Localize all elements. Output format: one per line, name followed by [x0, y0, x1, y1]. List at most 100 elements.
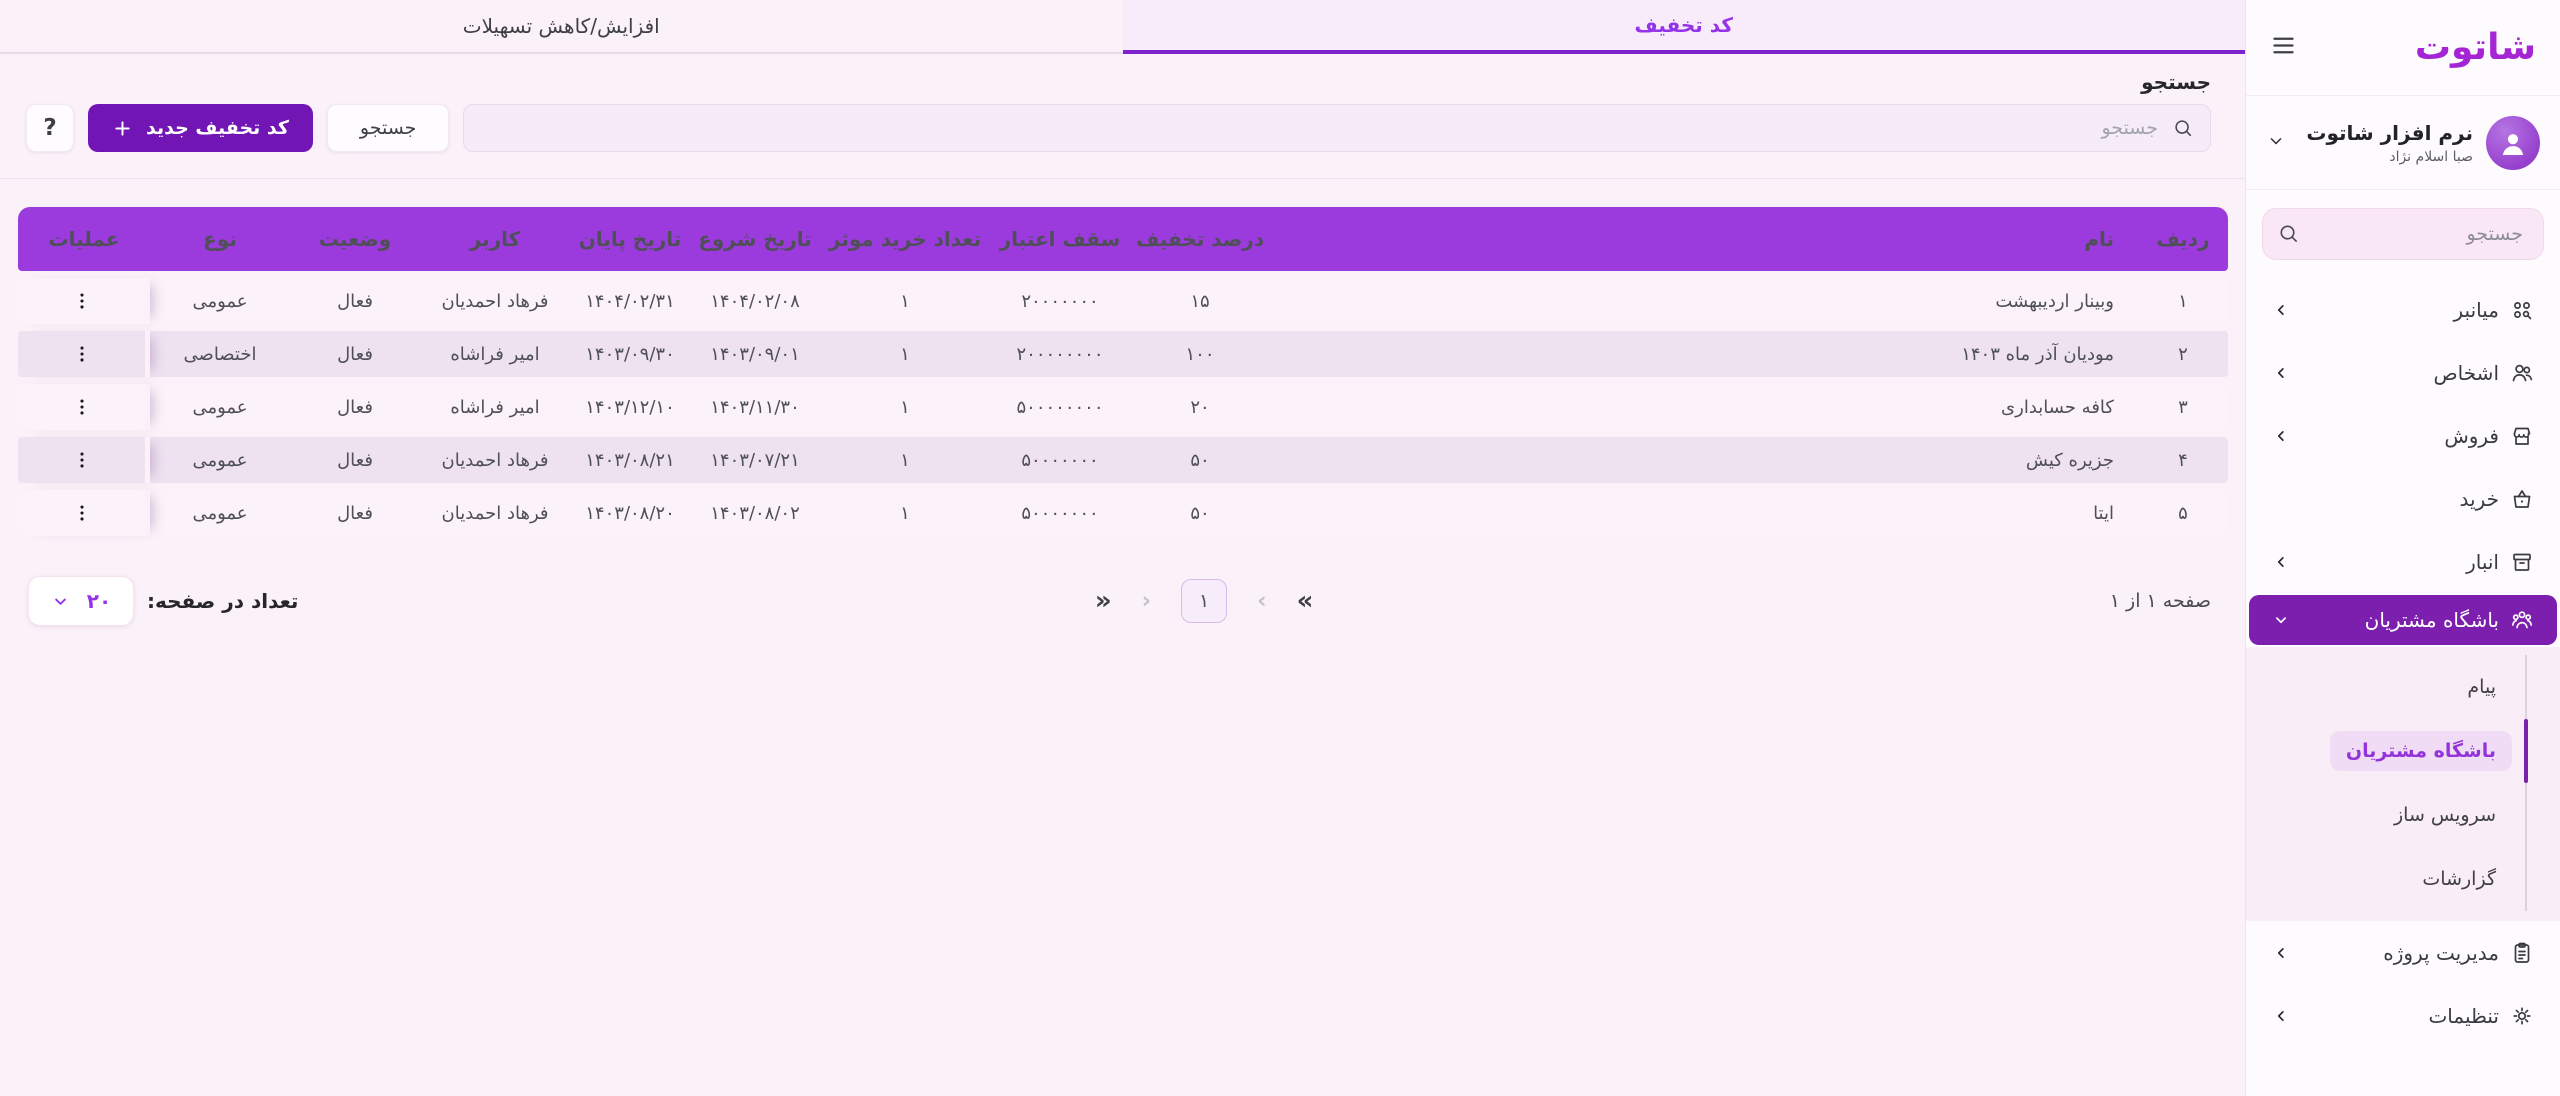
user-profile[interactable]: نرم افزار شاتوت صبا اسلام نژاد: [2246, 96, 2560, 190]
cell-name: جزیره کیش: [1270, 450, 2138, 471]
person-icon: [2496, 126, 2530, 160]
cell-user: فرهاد احمدیان: [420, 450, 570, 471]
customer-club-icon: [2510, 608, 2534, 632]
header-user: کاربر: [420, 227, 570, 251]
table-body: ۱وبینار اردیبهشت۱۵۲۰۰۰۰۰۰۰۱۱۴۰۴/۰۲/۰۸۱۴۰…: [18, 278, 2228, 536]
row-actions-button[interactable]: [62, 334, 102, 374]
sidebar-item-customer-club[interactable]: باشگاه مشتریان: [2249, 595, 2557, 645]
table-row: ۳کافه حسابداری۲۰۵۰۰۰۰۰۰۰۰۱۱۴۰۳/۱۱/۳۰۱۴۰۳…: [18, 384, 2228, 430]
cell-cap: ۵۰۰۰۰۰۰۰: [990, 503, 1130, 524]
cell-percent: ۵۰: [1130, 450, 1270, 471]
table-row: ۴جزیره کیش۵۰۵۰۰۰۰۰۰۰۱۱۴۰۳/۰۷/۲۱۱۴۰۳/۰۸/۲…: [18, 437, 2228, 483]
sidebar-item-people[interactable]: اشخاص: [2246, 341, 2560, 404]
chevron-left-icon: [2272, 1007, 2290, 1025]
submenu-item-label: سرویس ساز: [2378, 795, 2512, 835]
pagination: » › ۱ ‹ «: [298, 579, 2109, 623]
cell-start: ۱۴۰۳/۱۱/۳۰: [690, 397, 820, 418]
sidebar-item-shortcuts[interactable]: میانبر: [2246, 278, 2560, 341]
current-page[interactable]: ۱: [1181, 579, 1227, 623]
chevron-down-icon: [51, 592, 70, 611]
chevron-down-icon: [2272, 611, 2290, 629]
chevron-left-icon: [2272, 944, 2290, 962]
avatar: [2486, 116, 2540, 170]
chevron-down-icon: [2266, 131, 2286, 151]
sidebar-item-label: باشگاه مشتریان: [2365, 608, 2499, 632]
cell-percent: ۱۵: [1130, 291, 1270, 312]
cell-name: ایتا: [1270, 503, 2138, 524]
cell-actions: [18, 437, 150, 483]
hamburger-icon: [2270, 32, 2297, 59]
store-icon: [2510, 424, 2534, 448]
last-page-button[interactable]: «: [1095, 588, 1112, 614]
header-discount-percent: درصد تخفیف: [1130, 227, 1270, 251]
cell-type: عمومی: [150, 503, 290, 524]
search-input-wrap: [463, 104, 2211, 152]
next-page-button[interactable]: ‹: [1142, 590, 1151, 613]
shortcut-icon: [2510, 298, 2534, 322]
cell-user: امیر فراشاه: [420, 344, 570, 365]
tabs: کد تخفیف افزایش/کاهش تسهیلات: [0, 0, 2245, 54]
per-page-label: تعداد در صفحه:: [147, 589, 298, 613]
sidebar-item-label: میانبر: [2454, 298, 2499, 322]
gear-icon: [2510, 1004, 2534, 1028]
tab-facilities-adjust[interactable]: افزایش/کاهش تسهیلات: [0, 0, 1123, 54]
chevron-left-icon: [2272, 553, 2290, 571]
user-texts: نرم افزار شاتوت صبا اسلام نژاد: [2306, 121, 2473, 165]
sidebar-item-settings[interactable]: تنظیمات: [2246, 984, 2560, 1047]
submenu-item-messages[interactable]: پیام: [2246, 655, 2560, 719]
cell-end: ۱۴۰۳/۰۸/۲۱: [570, 450, 690, 471]
first-page-button[interactable]: »: [1297, 588, 1314, 614]
tab-discount-code[interactable]: کد تخفیف: [1123, 0, 2246, 54]
sidebar-item-purchase[interactable]: خرید: [2246, 467, 2560, 530]
cell-percent: ۵۰: [1130, 503, 1270, 524]
cell-end: ۱۴۰۳/۱۲/۱۰: [570, 397, 690, 418]
header-end-date: تاریخ پایان: [570, 227, 690, 251]
per-page-select[interactable]: ۲۰: [28, 576, 134, 626]
sidebar-item-label: فروش: [2444, 424, 2499, 448]
table-footer: صفحه ۱ از ۱ » › ۱ ‹ « تعداد در صفحه: ۲۰: [28, 576, 2211, 626]
chevron-left-icon: [2272, 427, 2290, 445]
header-actions: عملیات: [18, 227, 150, 251]
cell-user: فرهاد احمدیان: [420, 503, 570, 524]
header-name: نام: [1270, 227, 2138, 251]
user-app-name: نرم افزار شاتوت: [2306, 121, 2473, 145]
table-row: ۵ایتا۵۰۵۰۰۰۰۰۰۰۱۱۴۰۳/۰۸/۰۲۱۴۰۳/۰۸/۲۰فرها…: [18, 490, 2228, 536]
prev-page-button[interactable]: ›: [1257, 590, 1266, 613]
search-button[interactable]: جستجو: [327, 104, 450, 152]
warehouse-icon: [2510, 550, 2534, 574]
submenu-item-service-builder[interactable]: سرویس ساز: [2246, 783, 2560, 847]
cell-percent: ۱۰۰: [1130, 344, 1270, 365]
sidebar-item-project-management[interactable]: مدیریت پروژه: [2246, 921, 2560, 984]
row-actions-button[interactable]: [62, 440, 102, 480]
cell-count: ۱: [820, 397, 990, 418]
cell-start: ۱۴۰۳/۰۹/۰۱: [690, 344, 820, 365]
cell-end: ۱۴۰۳/۰۸/۲۰: [570, 503, 690, 524]
submenu-item-reports[interactable]: گزارشات: [2246, 847, 2560, 911]
cell-type: عمومی: [150, 450, 290, 471]
row-actions-button[interactable]: [62, 387, 102, 427]
cell-status: فعال: [290, 450, 420, 471]
help-button[interactable]: ?: [26, 104, 74, 152]
basket-icon: [2510, 487, 2534, 511]
new-discount-code-button[interactable]: کد تخفیف جدید: [88, 104, 313, 152]
search-icon: [2172, 117, 2194, 139]
cell-start: ۱۴۰۴/۰۲/۰۸: [690, 291, 820, 312]
hamburger-menu-button[interactable]: [2270, 32, 2297, 63]
cell-start: ۱۴۰۳/۰۷/۲۱: [690, 450, 820, 471]
sidebar-search-input[interactable]: [2262, 208, 2544, 260]
sidebar-item-sales[interactable]: فروش: [2246, 404, 2560, 467]
search-label: جستجو: [34, 70, 2211, 94]
row-actions-button[interactable]: [62, 281, 102, 321]
per-page-control: تعداد در صفحه: ۲۰: [28, 576, 298, 626]
kebab-menu-icon: [71, 396, 93, 418]
user-menu-chevron-button[interactable]: [2266, 131, 2286, 155]
sidebar-item-warehouse[interactable]: انبار: [2246, 530, 2560, 593]
cell-end: ۱۴۰۳/۰۹/۳۰: [570, 344, 690, 365]
row-actions-button[interactable]: [62, 493, 102, 533]
cell-row: ۱: [2138, 291, 2228, 312]
cell-row: ۳: [2138, 397, 2228, 418]
submenu-item-label: گزارشات: [2406, 859, 2512, 899]
submenu-item-customer-club[interactable]: باشگاه مشتریان: [2246, 719, 2560, 783]
search-input[interactable]: [463, 104, 2211, 152]
cell-user: امیر فراشاه: [420, 397, 570, 418]
